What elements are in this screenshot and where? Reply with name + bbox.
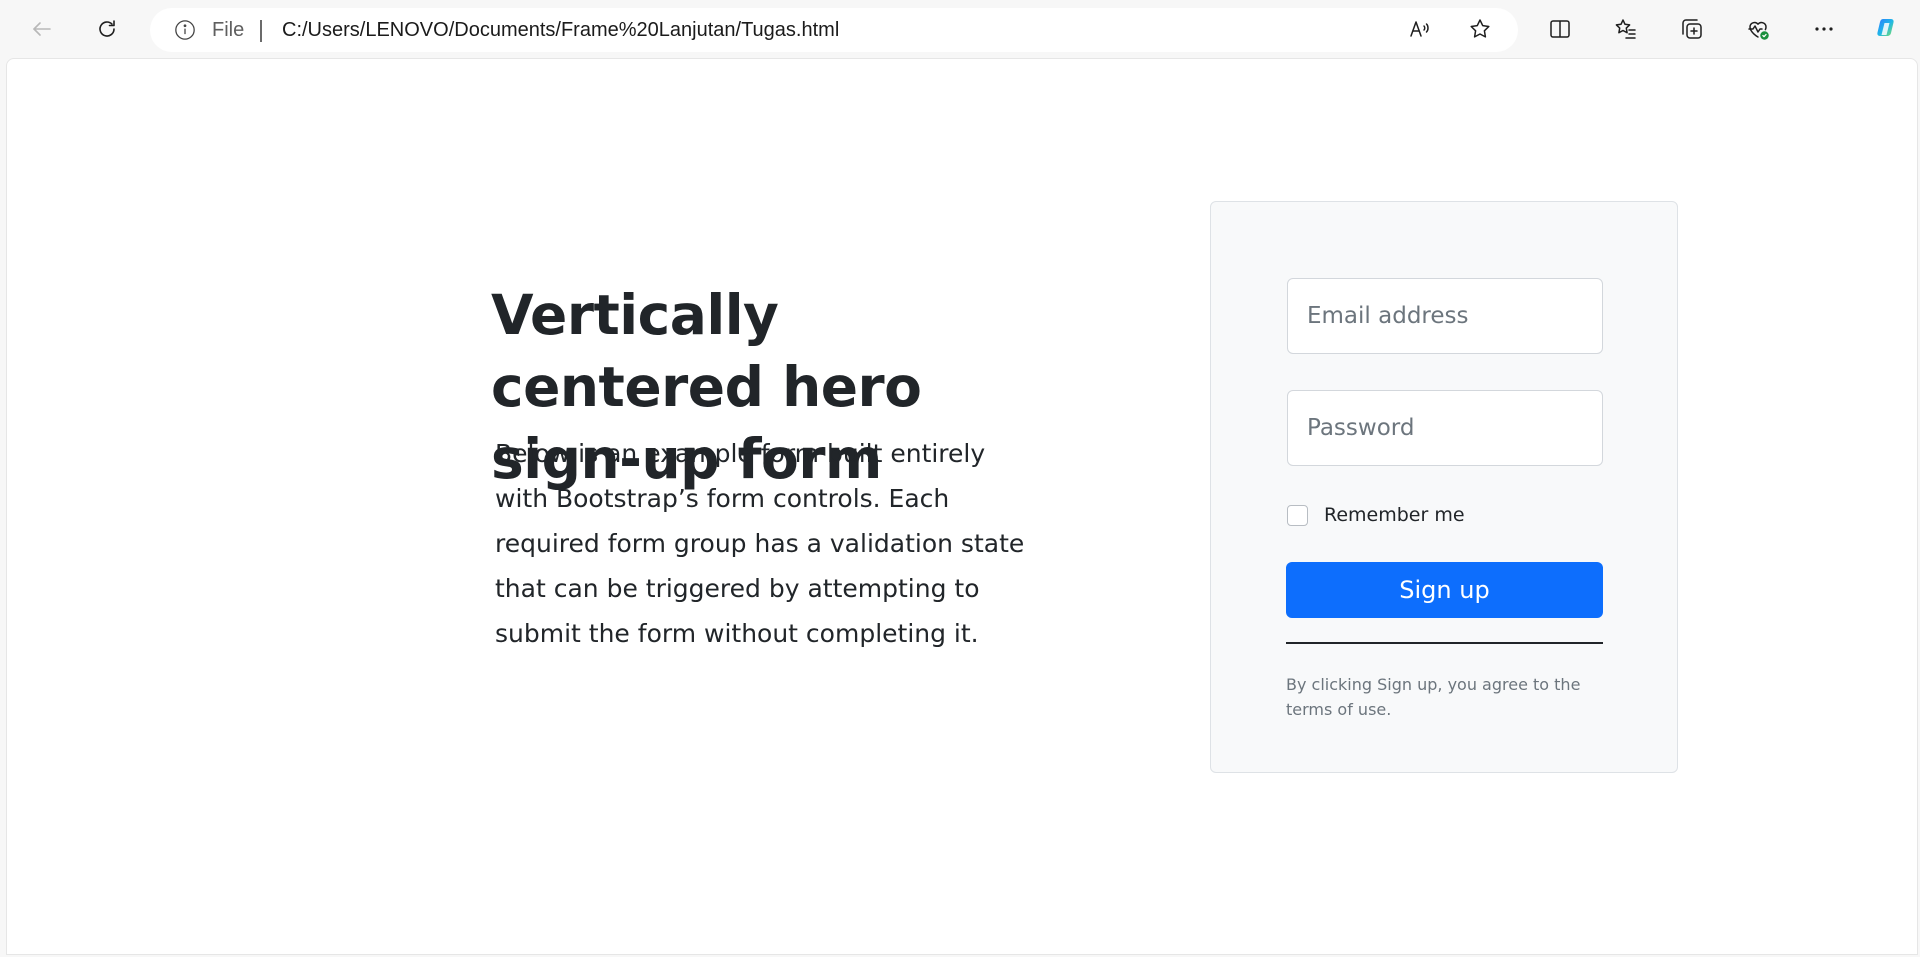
address-url[interactable]: C:/Users/LENOVO/Documents/Frame%20Lanjut… — [282, 8, 839, 52]
favorites-icon[interactable] — [1606, 9, 1646, 49]
remember-me-label[interactable]: Remember me — [1324, 504, 1465, 526]
remember-me-checkbox[interactable] — [1287, 504, 1308, 526]
email-field[interactable]: Email address — [1287, 278, 1603, 354]
address-bar[interactable]: File C:/Users/LENOVO/Documents/Frame%20L… — [150, 8, 1518, 52]
copilot-icon[interactable] — [1866, 9, 1906, 49]
address-separator — [260, 20, 262, 42]
back-arrow-icon[interactable] — [22, 9, 62, 49]
read-aloud-icon[interactable] — [1400, 9, 1440, 49]
star-icon[interactable] — [1460, 9, 1500, 49]
reload-icon[interactable] — [87, 9, 127, 49]
more-icon[interactable] — [1804, 9, 1844, 49]
terms-text: By clicking Sign up, you agree to the te… — [1286, 675, 1581, 719]
split-screen-icon[interactable] — [1540, 9, 1580, 49]
hero-description: Below is an example form built entirely … — [495, 439, 1025, 648]
browser-toolbar: File C:/Users/LENOVO/Documents/Frame%20L… — [0, 0, 1920, 58]
password-field[interactable]: Password — [1287, 390, 1603, 466]
browser-essentials-icon[interactable] — [1738, 9, 1778, 49]
page-viewport: Vertically centered hero sign-up form Be… — [6, 58, 1918, 955]
collections-icon[interactable] — [1672, 9, 1712, 49]
sign-up-button[interactable]: Sign up — [1286, 562, 1603, 618]
form-divider — [1286, 642, 1603, 644]
address-scheme-label: File — [212, 19, 245, 41]
remember-me-row[interactable]: Remember me — [1287, 502, 1465, 528]
info-icon[interactable] — [174, 19, 196, 41]
signup-form-card: Email address Password Remember me Sign … — [1210, 201, 1678, 773]
